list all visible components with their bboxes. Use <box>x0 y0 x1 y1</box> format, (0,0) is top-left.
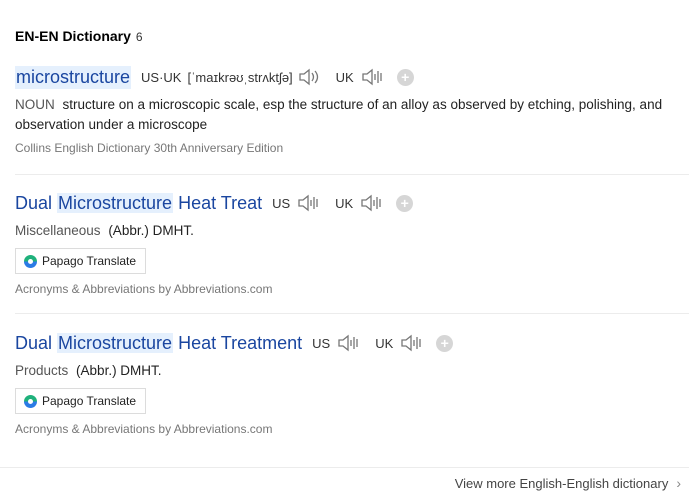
divider <box>15 174 689 175</box>
pron-label: UK <box>375 335 394 351</box>
papago-translate-button[interactable]: Papago Translate <box>15 388 147 414</box>
entry-count: 6 <box>135 30 143 44</box>
plus-circle-icon[interactable]: + <box>436 334 454 352</box>
view-more-label: View more English-English dictionary <box>454 475 669 491</box>
definition-text: structure on a microscopic scale, esp th… <box>15 97 663 132</box>
papago-translate-button[interactable]: Papago Translate <box>15 248 147 274</box>
headword-part: Dual <box>15 332 58 353</box>
pronunciation-uk: UK <box>336 66 385 88</box>
speaker-icon[interactable] <box>298 66 322 88</box>
definition: Products (Abbr.) DMHT. <box>15 361 689 381</box>
entry-dual-microstructure-heat-treatment: Dual Microstructure Heat Treatment US UK… <box>15 330 689 436</box>
headword-link[interactable]: Dual Microstructure Heat Treatment <box>15 332 303 354</box>
definition-text: (Abbr.) DMHT. <box>76 363 162 378</box>
pron-label: US·UK <box>141 69 182 85</box>
headword-part: Heat Treat <box>173 192 263 213</box>
entry-microstructure: microstructure US·UK [ˈmaɪkrəʊˌstrʌktʃə]… <box>15 64 689 155</box>
papago-logo-icon <box>24 254 37 268</box>
pron-label: UK <box>335 195 354 211</box>
entry-head-row: microstructure US·UK [ˈmaɪkrəʊˌstrʌktʃə]… <box>15 64 689 90</box>
chevron-right-icon: › <box>676 475 681 491</box>
pronunciation-uk: UK <box>375 332 424 354</box>
view-more-link[interactable]: View more English-English dictionary › <box>455 475 681 491</box>
papago-translate-label: Papago Translate <box>42 254 137 268</box>
section-title-text: EN-EN Dictionary <box>15 28 131 44</box>
divider <box>15 313 689 314</box>
pron-label: US <box>272 195 291 211</box>
plus-circle-icon[interactable]: + <box>396 68 414 86</box>
part-of-speech: Products <box>15 363 69 378</box>
definition: NOUN structure on a microscopic scale, e… <box>15 95 689 135</box>
speaker-icon[interactable] <box>337 332 361 354</box>
headword-part: Dual <box>15 192 58 213</box>
pronunciation-us-uk: US·UK [ˈmaɪkrəʊˌstrʌktʃə] <box>141 66 322 88</box>
part-of-speech: Miscellaneous <box>15 223 101 238</box>
ipa-text: [ˈmaɪkrəʊˌstrʌktʃə] <box>187 69 293 85</box>
papago-translate-label: Papago Translate <box>42 394 137 408</box>
papago-logo-icon <box>24 394 37 408</box>
pron-label: US <box>312 335 331 351</box>
part-of-speech: NOUN <box>15 97 55 112</box>
headword-link[interactable]: Dual Microstructure Heat Treat <box>15 192 263 214</box>
speaker-icon[interactable] <box>400 332 424 354</box>
plus-circle-icon[interactable]: + <box>396 194 414 212</box>
footer: View more English-English dictionary › <box>0 467 689 498</box>
speaker-icon[interactable] <box>360 192 384 214</box>
pron-label: UK <box>335 69 354 85</box>
headword-link[interactable]: microstructure <box>15 65 132 89</box>
entry-head-row: Dual Microstructure Heat Treatment US UK… <box>15 330 689 356</box>
entry-head-row: Dual Microstructure Heat Treat US UK + <box>15 190 689 216</box>
definition-text: (Abbr.) DMHT. <box>108 223 194 238</box>
headword-highlight: Microstructure <box>57 192 174 213</box>
source-text: Acronyms & Abbreviations by Abbreviation… <box>15 282 273 296</box>
source-text: Collins English Dictionary 30th Annivers… <box>15 141 284 155</box>
headword-highlight: Microstructure <box>57 332 174 353</box>
pronunciation-uk: UK <box>335 192 384 214</box>
definition: Miscellaneous (Abbr.) DMHT. <box>15 221 689 241</box>
source-text: Acronyms & Abbreviations by Abbreviation… <box>15 422 273 436</box>
speaker-icon[interactable] <box>297 192 321 214</box>
pronunciation-us: US <box>312 332 361 354</box>
pronunciation-us: US <box>272 192 321 214</box>
section-title: EN-EN Dictionary 6 <box>15 28 143 44</box>
speaker-icon[interactable] <box>361 66 385 88</box>
headword-part: Heat Treatment <box>173 332 303 353</box>
entry-dual-microstructure-heat-treat: Dual Microstructure Heat Treat US UK + M… <box>15 190 689 296</box>
